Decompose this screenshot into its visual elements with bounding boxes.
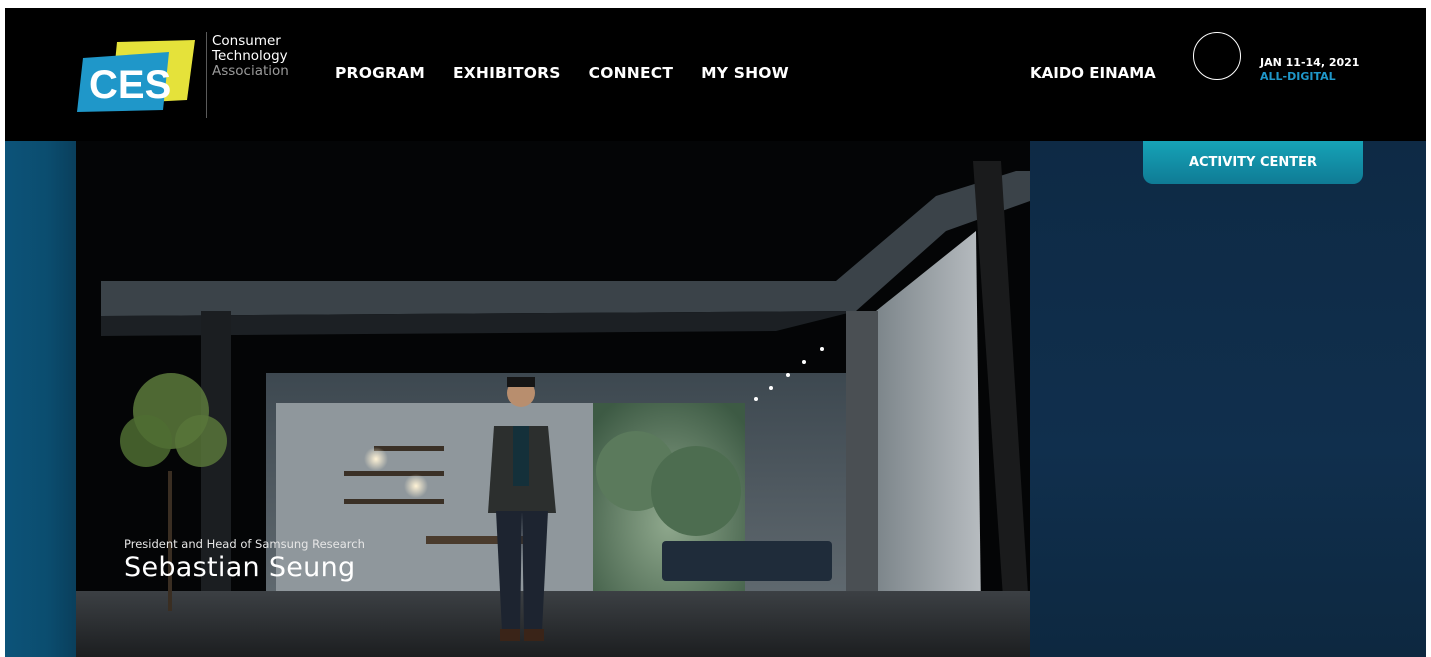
main-nav: PROGRAM EXHIBITORS CONNECT MY SHOW: [335, 64, 789, 82]
show-date: JAN 11-14, 2021: [1260, 56, 1360, 69]
top-header: CES Consumer Technology Association PROG…: [5, 8, 1426, 141]
nav-connect[interactable]: CONNECT: [589, 64, 673, 82]
speaker-title: President and Head of Samsung Research: [124, 537, 365, 551]
main-stage: President and Head of Samsung Research S…: [5, 141, 1426, 657]
logo-divider: [206, 32, 207, 118]
left-side-panel: [5, 141, 76, 657]
ces-logo-icon[interactable]: CES: [77, 38, 201, 114]
show-date-block: JAN 11-14, 2021 ALL-DIGITAL: [1260, 56, 1359, 84]
nav-program[interactable]: PROGRAM: [335, 64, 425, 82]
speaker-name: Sebastian Seung: [124, 552, 356, 583]
right-side-panel: [1030, 141, 1426, 657]
association-line-3: Association: [212, 63, 289, 79]
association-line-2: Technology: [212, 48, 288, 64]
activity-center-button[interactable]: ACTIVITY CENTER: [1143, 141, 1363, 184]
cta-association-label: Consumer Technology Association: [212, 34, 289, 79]
show-format: ALL-DIGITAL: [1260, 70, 1336, 83]
avatar-icon[interactable]: [1193, 32, 1241, 80]
association-line-1: Consumer: [212, 33, 281, 49]
user-name[interactable]: KAIDO EINAMA: [1030, 64, 1156, 82]
nav-my-show[interactable]: MY SHOW: [701, 64, 789, 82]
ces-logo-text: CES: [89, 63, 171, 107]
nav-exhibitors[interactable]: EXHIBITORS: [453, 64, 561, 82]
keynote-video-player[interactable]: President and Head of Samsung Research S…: [76, 141, 1030, 657]
